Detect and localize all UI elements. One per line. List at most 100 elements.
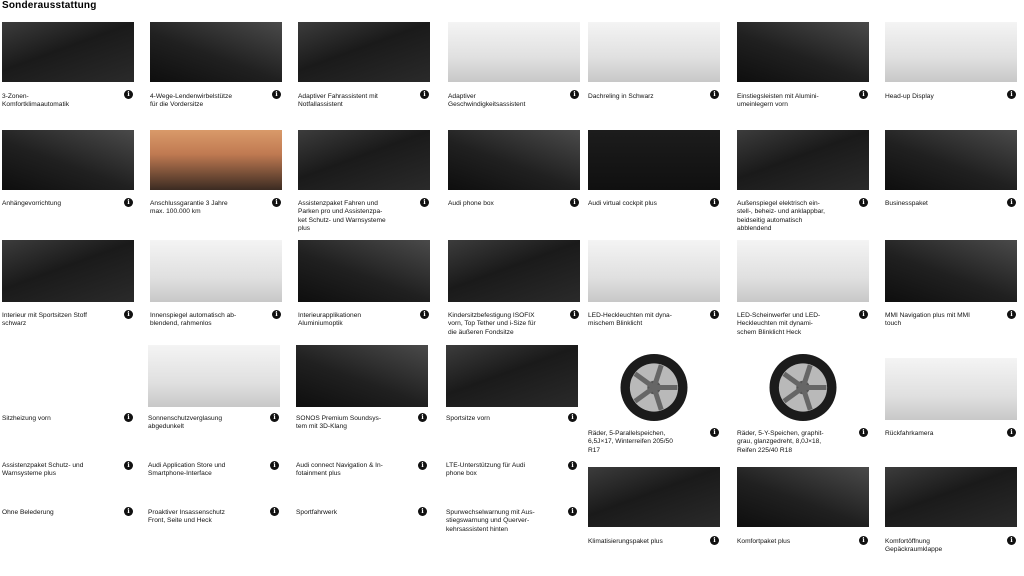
info-icon[interactable]: i — [568, 507, 577, 516]
info-icon[interactable]: i — [568, 413, 577, 422]
info-icon[interactable]: i — [710, 310, 719, 319]
interior-seats-photo[interactable] — [2, 240, 134, 302]
rearview-mirror-photo[interactable] — [150, 240, 282, 302]
info-icon[interactable]: i — [124, 413, 133, 422]
info-icon[interactable]: i — [570, 310, 579, 319]
info-icon[interactable]: i — [124, 90, 133, 99]
business-package-photo[interactable] — [885, 130, 1017, 190]
equipment-label: Innenspiegel automatisch ab- blendend, r… — [150, 312, 237, 328]
seat-heating-photo[interactable] — [2, 345, 134, 407]
towbar-photo[interactable] — [2, 130, 134, 190]
info-icon[interactable]: i — [710, 536, 719, 545]
info-icon[interactable]: i — [1007, 198, 1016, 207]
wheel-5-parallel-spoke-photo[interactable] — [588, 350, 720, 425]
equipment-label: Sportsitze vorn — [446, 415, 490, 422]
roof-rail-photo[interactable] — [588, 22, 720, 82]
speaker-photo[interactable] — [296, 345, 428, 407]
equipment-label: Audi connect Navigation & In- fotainment… — [296, 462, 383, 478]
info-icon[interactable]: i — [418, 413, 427, 422]
info-icon[interactable]: i — [710, 428, 719, 437]
wheel-graphic — [620, 354, 688, 421]
equipment-label: Räder, 5-Parallelspeichen, 6,5J×17, Wint… — [588, 430, 673, 454]
tailgate-photo[interactable] — [885, 467, 1017, 527]
navigation-screen-photo[interactable] — [885, 240, 1017, 302]
equipment-label: Anschlussgarantie 3 Jahre max. 100.000 k… — [150, 200, 228, 216]
sport-seats-photo[interactable] — [446, 345, 578, 407]
assist-package-photo[interactable] — [298, 130, 430, 190]
equipment-label: Spurwechselwarnung mit Aus- stiegswarnun… — [446, 509, 535, 533]
equipment-label: Proaktiver Insassenschutz Front, Seite u… — [148, 509, 225, 525]
info-icon[interactable]: i — [272, 90, 281, 99]
info-icon[interactable]: i — [124, 198, 133, 207]
equipment-label: 4-Wege-Lendenwirbelstütze für die Vorder… — [150, 93, 232, 109]
info-icon[interactable]: i — [124, 461, 133, 470]
info-icon[interactable]: i — [272, 310, 281, 319]
comfort-package-photo[interactable] — [737, 467, 869, 527]
equipment-label: Interieur mit Sportsitzen Stoff schwarz — [2, 312, 87, 328]
equipment-label: Komfortpaket plus — [737, 538, 791, 545]
equipment-label: Head-up Display — [885, 93, 934, 100]
info-icon[interactable]: i — [270, 507, 279, 516]
equipment-label: Adaptiver Fahrassistent mit Notfallassis… — [298, 93, 378, 109]
seat-photo[interactable] — [150, 22, 282, 82]
info-icon[interactable]: i — [418, 461, 427, 470]
head-up-display-photo[interactable] — [885, 22, 1017, 82]
info-icon[interactable]: i — [420, 310, 429, 319]
door-sill-photo[interactable] — [737, 22, 869, 82]
info-icon[interactable]: i — [124, 310, 133, 319]
info-icon[interactable]: i — [859, 428, 868, 437]
info-icon[interactable]: i — [570, 90, 579, 99]
info-icon[interactable]: i — [270, 461, 279, 470]
equipment-label: Audi phone box — [448, 200, 494, 207]
equipment-label: MMI Navigation plus mit MMI touch — [885, 312, 971, 328]
equipment-label: Sonnenschutzverglasung abgedunkelt — [148, 415, 223, 431]
wheel-5-y-spoke-photo[interactable] — [737, 350, 869, 425]
equipment-label: 3-Zonen- Komfortklimaautomatik — [2, 93, 70, 109]
info-icon[interactable]: i — [420, 198, 429, 207]
info-icon[interactable]: i — [1007, 90, 1016, 99]
mirror-switch-photo[interactable] — [737, 130, 869, 190]
warranty-lifestyle-photo[interactable] — [150, 130, 282, 190]
equipment-label: Adaptiver Geschwindigkeitsassistent — [448, 93, 526, 109]
isofix-photo[interactable] — [448, 240, 580, 302]
equipment-label: Sitzheizung vorn — [2, 415, 51, 422]
info-icon[interactable]: i — [859, 198, 868, 207]
info-icon[interactable]: i — [859, 90, 868, 99]
info-icon[interactable]: i — [1007, 536, 1016, 545]
equipment-label: LED-Heckleuchten mit dyna- mischem Blink… — [588, 312, 672, 328]
info-icon[interactable]: i — [710, 90, 719, 99]
climate-package-photo[interactable] — [588, 467, 720, 527]
equipment-label: Rückfahrkamera — [885, 430, 934, 437]
info-icon[interactable]: i — [418, 507, 427, 516]
phone-box-photo[interactable] — [448, 130, 580, 190]
info-icon[interactable]: i — [859, 536, 868, 545]
info-icon[interactable]: i — [1007, 428, 1016, 437]
traffic-topview-photo[interactable] — [448, 22, 580, 82]
info-icon[interactable]: i — [124, 507, 133, 516]
interior-trim-photo[interactable] — [298, 240, 430, 302]
equipment-label: Audi virtual cockpit plus — [588, 200, 657, 207]
info-icon[interactable]: i — [710, 198, 719, 207]
equipment-label: Ohne Belederung — [2, 509, 54, 516]
info-icon[interactable]: i — [1007, 310, 1016, 319]
equipment-label: Sportfahrwerk — [296, 509, 338, 516]
tinted-glass-photo[interactable] — [148, 345, 280, 407]
steering-wheel-photo[interactable] — [298, 22, 430, 82]
info-icon[interactable]: i — [859, 310, 868, 319]
equipment-label: Businesspaket — [885, 200, 928, 207]
virtual-cockpit-photo[interactable] — [588, 130, 720, 190]
page-title: Sonderausstattung — [2, 0, 97, 11]
equipment-label: Komfortöffnung Gepäckraumklappe — [885, 538, 943, 554]
equipment-label: SONOS Premium Soundsys- tem mit 3D-Klang — [296, 415, 382, 431]
info-icon[interactable]: i — [270, 413, 279, 422]
info-icon[interactable]: i — [570, 198, 579, 207]
info-icon[interactable]: i — [420, 90, 429, 99]
tail-light-photo[interactable] — [588, 240, 720, 302]
equipment-label: Einstiegsleisten mit Alumini- umeinleger… — [737, 93, 819, 109]
info-icon[interactable]: i — [272, 198, 281, 207]
climate-console-photo[interactable] — [2, 22, 134, 82]
equipment-label: Assistenzpaket Schutz- und Warnsysteme p… — [2, 462, 84, 478]
info-icon[interactable]: i — [568, 461, 577, 470]
rear-camera-photo[interactable] — [885, 358, 1017, 420]
headlight-photo[interactable] — [737, 240, 869, 302]
